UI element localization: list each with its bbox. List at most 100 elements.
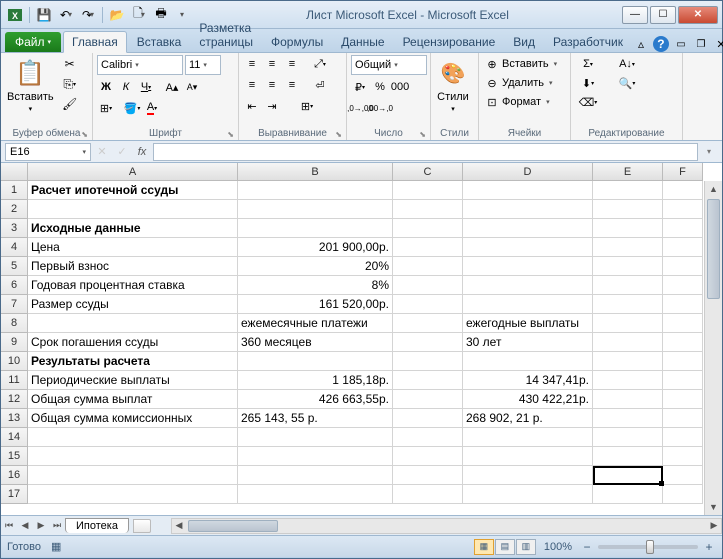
sheet-tab[interactable]: Ипотека <box>65 518 129 533</box>
cut-icon[interactable]: ✂ <box>60 55 80 73</box>
cell[interactable] <box>28 485 238 504</box>
align-center-button[interactable]: ≡ <box>263 76 281 94</box>
cell[interactable]: Периодические выплаты <box>28 371 238 390</box>
cell[interactable]: 360 месяцев <box>238 333 393 352</box>
cell[interactable] <box>28 428 238 447</box>
insert-function-button[interactable]: fx <box>133 143 151 161</box>
vscroll-thumb[interactable] <box>707 199 720 299</box>
cell[interactable] <box>663 257 703 276</box>
cell[interactable] <box>393 333 463 352</box>
cell[interactable]: 20% <box>238 257 393 276</box>
cell[interactable] <box>593 390 663 409</box>
cell[interactable]: Срок погашения ссуды <box>28 333 238 352</box>
comma-button[interactable]: 000 <box>391 78 409 96</box>
cell[interactable] <box>593 333 663 352</box>
file-tab[interactable]: Файл▾ <box>5 32 61 52</box>
zoom-level[interactable]: 100% <box>544 541 572 553</box>
cell[interactable] <box>663 409 703 428</box>
cell[interactable] <box>463 219 593 238</box>
view-page-layout-button[interactable]: ▤ <box>495 539 515 555</box>
cell[interactable] <box>28 200 238 219</box>
cell[interactable]: 8% <box>238 276 393 295</box>
align-left-button[interactable]: ≡ <box>243 76 261 94</box>
row-header[interactable]: 14 <box>1 428 28 447</box>
format-cells-button[interactable]: ⊡Формат▾ <box>483 93 552 111</box>
scroll-right-icon[interactable]: ▶ <box>707 519 721 533</box>
cell[interactable] <box>663 295 703 314</box>
format-painter-icon[interactable]: 🖌 <box>60 95 80 113</box>
cell[interactable] <box>393 466 463 485</box>
fill-button[interactable]: ⬇▾ <box>575 74 601 92</box>
minimize-ribbon-icon[interactable]: ▵ <box>633 36 649 52</box>
macro-record-icon[interactable]: ▦ <box>51 540 61 553</box>
new-icon[interactable]: 🗋▾ <box>129 5 149 25</box>
cell[interactable] <box>238 485 393 504</box>
cell[interactable] <box>663 371 703 390</box>
cell[interactable] <box>593 428 663 447</box>
row-header[interactable]: 10 <box>1 352 28 371</box>
percent-button[interactable]: % <box>371 78 389 96</box>
cell[interactable]: ежегодные выплаты <box>463 314 593 333</box>
row-header[interactable]: 1 <box>1 181 28 200</box>
cell[interactable] <box>238 428 393 447</box>
cell[interactable] <box>593 219 663 238</box>
cell[interactable] <box>393 314 463 333</box>
cell[interactable] <box>663 276 703 295</box>
cell[interactable] <box>238 200 393 219</box>
row-header[interactable]: 5 <box>1 257 28 276</box>
cell[interactable] <box>393 181 463 200</box>
tab-home[interactable]: Главная <box>63 31 127 53</box>
col-header-E[interactable]: E <box>593 163 663 181</box>
cell[interactable] <box>463 181 593 200</box>
clipboard-launcher-icon[interactable]: ⬊ <box>81 130 88 139</box>
row-header[interactable]: 4 <box>1 238 28 257</box>
sheet-nav-last-icon[interactable]: ⏭ <box>49 518 65 534</box>
cell[interactable] <box>663 352 703 371</box>
find-button[interactable]: 🔍▾ <box>615 74 639 92</box>
cell[interactable] <box>593 257 663 276</box>
cell[interactable] <box>663 390 703 409</box>
minimize-button[interactable]: — <box>622 6 648 24</box>
sort-filter-button[interactable]: A↓▾ <box>615 55 639 73</box>
redo-icon[interactable]: ↷▾ <box>78 5 98 25</box>
cell[interactable] <box>463 200 593 219</box>
cell[interactable] <box>238 181 393 200</box>
cell[interactable] <box>238 352 393 371</box>
cell[interactable] <box>463 295 593 314</box>
cell[interactable] <box>593 371 663 390</box>
tab-page-layout[interactable]: Разметка страницы <box>191 18 261 52</box>
col-header-F[interactable]: F <box>663 163 703 181</box>
align-top-button[interactable]: ≡ <box>243 55 261 73</box>
font-name-combo[interactable]: Calibri▾ <box>97 55 183 75</box>
cell[interactable]: 14 347,41р. <box>463 371 593 390</box>
cell[interactable] <box>393 371 463 390</box>
view-normal-button[interactable]: ▦ <box>474 539 494 555</box>
row-header[interactable]: 7 <box>1 295 28 314</box>
italic-button[interactable]: К <box>117 78 135 96</box>
maximize-button[interactable]: ☐ <box>650 6 676 24</box>
cell[interactable] <box>393 447 463 466</box>
currency-button[interactable]: ₽▾ <box>351 78 369 96</box>
tab-developer[interactable]: Разработчик <box>545 32 631 52</box>
cell[interactable]: Годовая процентная ставка <box>28 276 238 295</box>
cell[interactable]: 30 лет <box>463 333 593 352</box>
cell[interactable] <box>28 466 238 485</box>
delete-cells-button[interactable]: ⊖Удалить▾ <box>483 74 555 92</box>
font-launcher-icon[interactable]: ⬊ <box>227 130 234 139</box>
insert-cells-button[interactable]: ⊕Вставить▾ <box>483 55 559 73</box>
expand-formula-bar-icon[interactable]: ▾ <box>700 143 718 161</box>
cell[interactable] <box>393 257 463 276</box>
hscroll-thumb[interactable] <box>188 520 278 532</box>
row-header[interactable]: 11 <box>1 371 28 390</box>
scroll-left-icon[interactable]: ◀ <box>172 519 186 533</box>
shrink-font-button[interactable]: A▾ <box>183 78 201 96</box>
qat-customize-icon[interactable]: ▾ <box>173 5 193 25</box>
open-icon[interactable]: 📂 <box>107 5 127 25</box>
row-header[interactable]: 16 <box>1 466 28 485</box>
number-format-combo[interactable]: Общий▾ <box>351 55 427 75</box>
cancel-formula-icon[interactable]: ✕ <box>93 143 111 161</box>
cell[interactable] <box>463 428 593 447</box>
cell[interactable] <box>393 200 463 219</box>
cell[interactable] <box>463 276 593 295</box>
cell[interactable]: ежемесячные платежи <box>238 314 393 333</box>
